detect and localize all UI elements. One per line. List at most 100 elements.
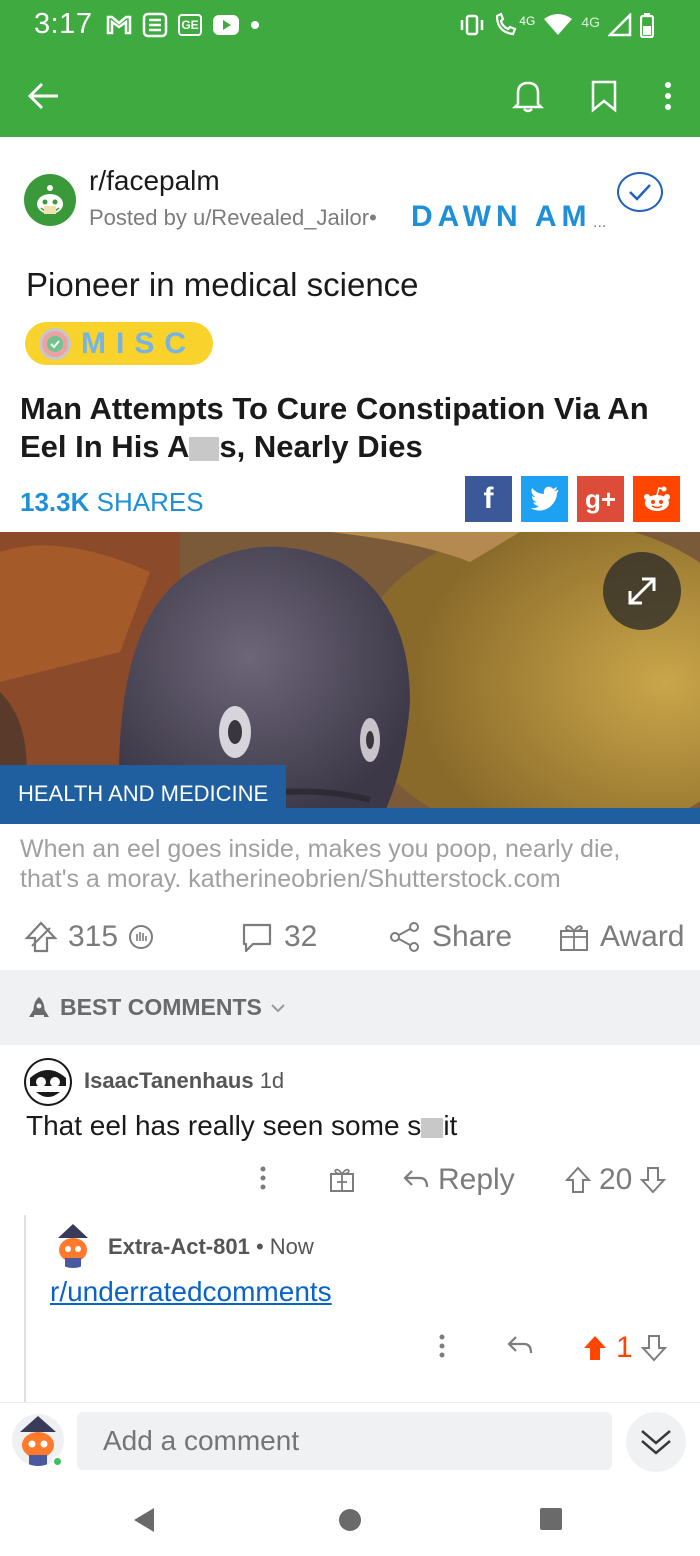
reply-vote: 1 [582, 1331, 667, 1365]
comment-body: That eel has really seen some s it [26, 1110, 457, 1142]
comment-vote: 20 [565, 1163, 667, 1197]
separator: • [255, 1234, 264, 1259]
comment-award-button[interactable] [328, 1165, 356, 1193]
comment-count: 32 [284, 920, 318, 953]
shares-label: SHARES [89, 487, 204, 517]
reddit-share-button [633, 476, 680, 522]
comment-more-button[interactable] [258, 1165, 268, 1191]
downvote-icon[interactable] [640, 1166, 667, 1194]
ge-icon: GE [178, 14, 202, 36]
add-comment-input[interactable] [77, 1412, 612, 1470]
comment-author[interactable]: IsaacTanenhaus 1d [84, 1068, 284, 1094]
reply-arrow-icon [507, 1336, 533, 1354]
wifi-icon [543, 13, 573, 40]
reddit-icon [643, 486, 670, 511]
author-name: Extra-Act-801 [108, 1234, 250, 1259]
award-button[interactable]: Award [558, 920, 685, 954]
youtube-icon [212, 14, 240, 36]
downvote-icon[interactable] [640, 1334, 667, 1362]
double-chevron-down-icon [641, 1430, 671, 1455]
avatar-face-icon [26, 1060, 70, 1104]
bookmark-icon [591, 80, 617, 113]
category-tag: HEALTH AND MEDICINE [0, 765, 287, 823]
s-app-icon [142, 12, 168, 38]
nav-home-icon[interactable] [338, 1508, 362, 1532]
gift-icon [330, 1168, 354, 1192]
joined-check-button[interactable] [617, 172, 663, 212]
snoo-wizard-avatar-icon [58, 1224, 88, 1268]
header-divider [0, 135, 700, 141]
twitter-share-button [521, 476, 568, 522]
facebook-icon: f [483, 482, 494, 515]
comments-button[interactable]: 32 [240, 920, 317, 954]
online-status-dot [52, 1456, 63, 1467]
vote-count: 315 [68, 920, 119, 953]
reply-label: Reply [438, 1163, 515, 1196]
reply-arrow-icon [403, 1170, 429, 1188]
rocket-icon [29, 996, 49, 1017]
expand-image-button[interactable] [603, 552, 681, 630]
award-hand-icon [129, 925, 154, 949]
posted-by-text[interactable]: Posted by u/Revealed_Jailor [89, 205, 369, 230]
network-label: 4G [519, 13, 536, 28]
separator: • [369, 205, 377, 230]
post-actions: 315 32 Share Award [0, 912, 700, 968]
post-title[interactable]: Pioneer in medical science [26, 266, 419, 304]
more-options-button[interactable] [642, 70, 694, 122]
googleplus-icon: g+ [584, 483, 617, 514]
reply-more-button[interactable] [437, 1333, 447, 1359]
back-button[interactable] [18, 70, 70, 122]
thread-line [24, 1215, 26, 1405]
arrow-left-icon [27, 82, 58, 110]
comment-age: 1d [259, 1068, 285, 1093]
system-icons: 4G 4G [459, 11, 655, 41]
notifications-button[interactable] [502, 70, 554, 122]
reply-reply-button[interactable] [506, 1334, 534, 1358]
more-vertical-icon [439, 1334, 445, 1358]
author-name: IsaacTanenhaus [84, 1068, 254, 1093]
bell-icon [511, 81, 545, 113]
battery-icon [639, 12, 655, 41]
comment-age: Now [269, 1234, 314, 1259]
upvote-icon[interactable] [565, 1166, 591, 1194]
subreddit-name[interactable]: r/facepalm [89, 165, 220, 197]
share-button[interactable]: Share [388, 920, 512, 954]
dot-icon [250, 20, 260, 30]
share-label: Share [432, 920, 513, 953]
censor-block [421, 1117, 444, 1138]
comment-text: That eel has really seen some s [26, 1110, 422, 1141]
network-type-label: 4G [581, 13, 600, 30]
post-author[interactable]: Posted by u/Revealed_Jailor• [89, 205, 377, 231]
comment-avatar[interactable] [24, 1058, 72, 1106]
headline-text-end: s, Nearly Dies [219, 429, 423, 464]
expand-icon [628, 577, 656, 605]
system-nav-bar [0, 1482, 700, 1556]
googleplus-share-button: g+ [577, 476, 624, 522]
reply-author[interactable]: Extra-Act-801 • Now [108, 1234, 314, 1260]
sort-label: BEST COMMENTS [60, 994, 262, 1020]
comment-sort-button[interactable]: BEST COMMENTS [26, 994, 286, 1021]
gmail-icon [106, 15, 132, 35]
bookmark-button[interactable] [578, 70, 630, 122]
signal-icon [606, 11, 632, 40]
nav-back-icon[interactable] [130, 1506, 158, 1534]
reply-button[interactable]: Reply [402, 1163, 515, 1197]
subreddit-avatar[interactable] [24, 174, 76, 226]
notification-icons: GE [106, 12, 260, 38]
article-headline[interactable]: Man Attempts To Cure Constipation Via An… [20, 390, 680, 466]
reply-avatar[interactable] [50, 1222, 96, 1268]
upvote-filled-icon[interactable] [582, 1334, 608, 1362]
image-caption: When an eel goes inside, makes you poop,… [20, 835, 621, 893]
vote-button[interactable]: 315 [24, 920, 154, 954]
subreddit-link[interactable]: r/underratedcomments [50, 1276, 332, 1308]
post-flair[interactable]: MISC [25, 322, 213, 365]
snoo-icon [37, 185, 63, 214]
next-comment-button[interactable] [626, 1412, 686, 1472]
reply-score: 1 [616, 1331, 633, 1364]
censor-block [189, 436, 220, 461]
comment-bubble-icon [242, 923, 272, 953]
nav-recents-icon[interactable] [539, 1507, 563, 1531]
chevron-down-icon [271, 1003, 285, 1012]
award-label: Award [600, 920, 685, 953]
vibrate-icon [459, 14, 485, 39]
